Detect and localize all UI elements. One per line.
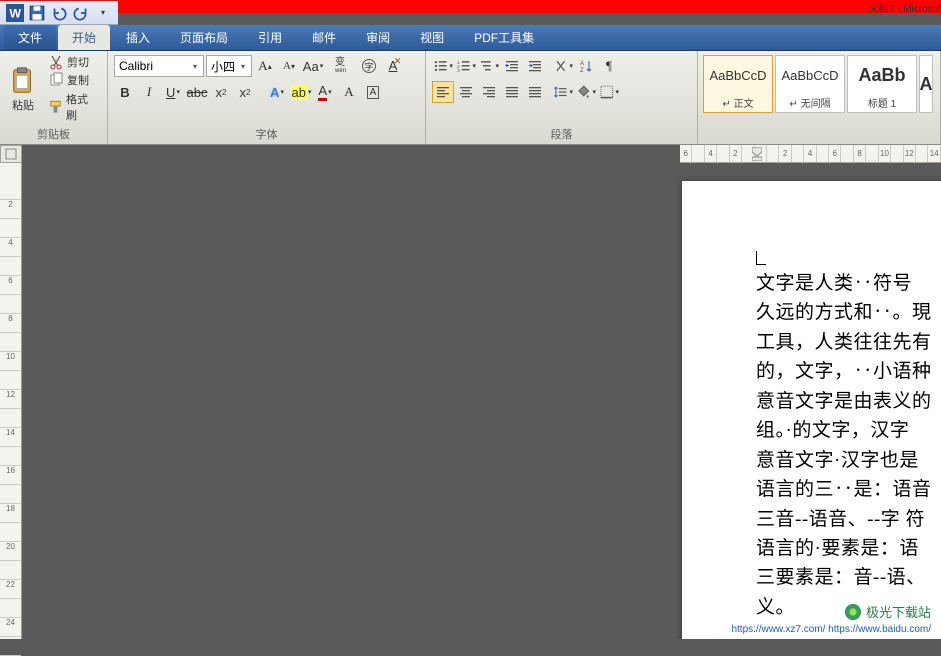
tab-insert[interactable]: 插入 — [112, 25, 164, 50]
indent-marker-icon[interactable] — [752, 147, 762, 163]
font-group-label: 字体 — [112, 124, 421, 144]
asian-layout-button[interactable]: ▾ — [552, 55, 574, 77]
shrink-font-button[interactable]: A▾ — [278, 55, 300, 77]
superscript-button[interactable]: x2 — [234, 81, 256, 103]
style-heading-2[interactable]: A — [919, 55, 933, 113]
numbering-button[interactable]: 123▾ — [455, 55, 477, 77]
qat-dropdown-icon[interactable]: ▾ — [94, 4, 112, 22]
increase-indent-button[interactable] — [524, 55, 546, 77]
grow-font-button[interactable]: A▴ — [254, 55, 276, 77]
svg-text:Z: Z — [580, 68, 584, 74]
underline-button[interactable]: U▾ — [162, 81, 184, 103]
copy-button[interactable]: 复制 — [46, 71, 99, 89]
style-heading-1[interactable]: AaBb 标题 1 — [847, 55, 917, 113]
strikethrough-button[interactable]: abc — [186, 81, 208, 103]
tab-references[interactable]: 引用 — [244, 25, 296, 50]
page[interactable]: 文字是人类‥符号久远的方式和‥。現工具，人类往往先有的，文字，‥小语种意音文字是… — [682, 181, 941, 639]
vertical-ruler[interactable]: 24681012141618202224 — [0, 163, 22, 639]
bullets-button[interactable]: ▾ — [432, 55, 454, 77]
watermark-url: https://www.xz7.com/ https://www.baidu.c… — [731, 624, 931, 635]
subscript-button[interactable]: x2 — [210, 81, 232, 103]
undo-icon[interactable] — [50, 4, 68, 22]
tab-review[interactable]: 审阅 — [352, 25, 404, 50]
text-effects-button[interactable]: A▾ — [266, 81, 288, 103]
align-center-button[interactable] — [455, 81, 477, 103]
sort-button[interactable]: AZ — [575, 55, 597, 77]
save-icon[interactable] — [28, 4, 46, 22]
svg-text:3: 3 — [457, 68, 460, 74]
quick-access-toolbar: W ▾ — [0, 1, 118, 25]
enclose-characters-button[interactable]: 字 — [358, 55, 380, 77]
document-area[interactable]: 文字是人类‥符号久远的方式和‥。現工具，人类往往先有的，文字，‥小语种意音文字是… — [22, 163, 941, 639]
style-no-spacing[interactable]: AaBbCcD ↵ 无间隔 — [775, 55, 845, 113]
align-distributed-button[interactable] — [524, 81, 546, 103]
svg-text:W: W — [9, 6, 21, 20]
ribbon-tabs: 文件 开始 插入 页面布局 引用 邮件 审阅 视图 PDF工具集 — [0, 25, 941, 51]
ruler-corner[interactable] — [0, 145, 22, 163]
font-name-combo[interactable]: Calibri▾ — [114, 55, 204, 77]
line-spacing-button[interactable]: ▾ — [552, 81, 574, 103]
character-border-button[interactable]: A — [362, 81, 384, 103]
watermark: 极光下载站 — [844, 602, 931, 621]
watermark-logo-icon — [844, 603, 862, 621]
text-cursor-icon — [756, 251, 766, 265]
word-icon: W — [6, 4, 24, 22]
decrease-indent-button[interactable] — [501, 55, 523, 77]
phonetic-guide-button[interactable]: 变wén — [334, 55, 356, 77]
tab-view[interactable]: 视图 — [406, 25, 458, 50]
highlight-button[interactable]: ab▾ — [290, 81, 312, 103]
tab-mail[interactable]: 邮件 — [298, 25, 350, 50]
font-size-combo[interactable]: 小四▾ — [206, 55, 252, 77]
paste-label: 粘贴 — [12, 97, 34, 113]
borders-button[interactable]: ▾ — [598, 81, 620, 103]
format-painter-button[interactable]: 格式刷 — [46, 90, 99, 124]
svg-text:A: A — [580, 61, 584, 67]
change-case-button[interactable]: Aa▾ — [302, 55, 324, 77]
tab-file[interactable]: 文件 — [4, 25, 56, 50]
styles-group-label — [702, 128, 936, 144]
shading-button[interactable]: ▾ — [575, 81, 597, 103]
clipboard-group-label: 剪贴板 — [4, 124, 103, 144]
character-shading-button[interactable]: A — [338, 81, 360, 103]
multilevel-list-button[interactable]: ▾ — [478, 55, 500, 77]
horizontal-ruler[interactable]: 6422468101214 — [680, 145, 941, 163]
align-justify-button[interactable] — [501, 81, 523, 103]
bold-button[interactable]: B — [114, 81, 136, 103]
tab-pdf[interactable]: PDF工具集 — [460, 25, 548, 50]
clear-formatting-button[interactable]: A✕ — [382, 55, 404, 77]
tab-layout[interactable]: 页面布局 — [166, 25, 242, 50]
show-marks-button[interactable]: ¶ — [598, 55, 620, 77]
style-normal[interactable]: AaBbCcD ↵ 正文 — [703, 55, 773, 113]
redo-icon[interactable] — [72, 4, 90, 22]
align-right-button[interactable] — [478, 81, 500, 103]
italic-button[interactable]: I — [138, 81, 160, 103]
document-text[interactable]: 文字是人类‥符号久远的方式和‥。現工具，人类往往先有的，文字，‥小语种意音文字是… — [756, 269, 941, 622]
paste-button[interactable]: 粘贴 — [4, 53, 42, 124]
ribbon: 粘贴 剪切 复制 格式刷 剪贴板 Calibri▾ 小四▾ A▴ A▾ Aa▾ … — [0, 51, 941, 145]
paragraph-group-label: 段落 — [430, 124, 693, 144]
cut-button[interactable]: 剪切 — [46, 53, 99, 71]
tab-home[interactable]: 开始 — [58, 25, 110, 50]
font-color-button[interactable]: A▾ — [314, 81, 336, 103]
align-left-button[interactable] — [432, 81, 454, 103]
